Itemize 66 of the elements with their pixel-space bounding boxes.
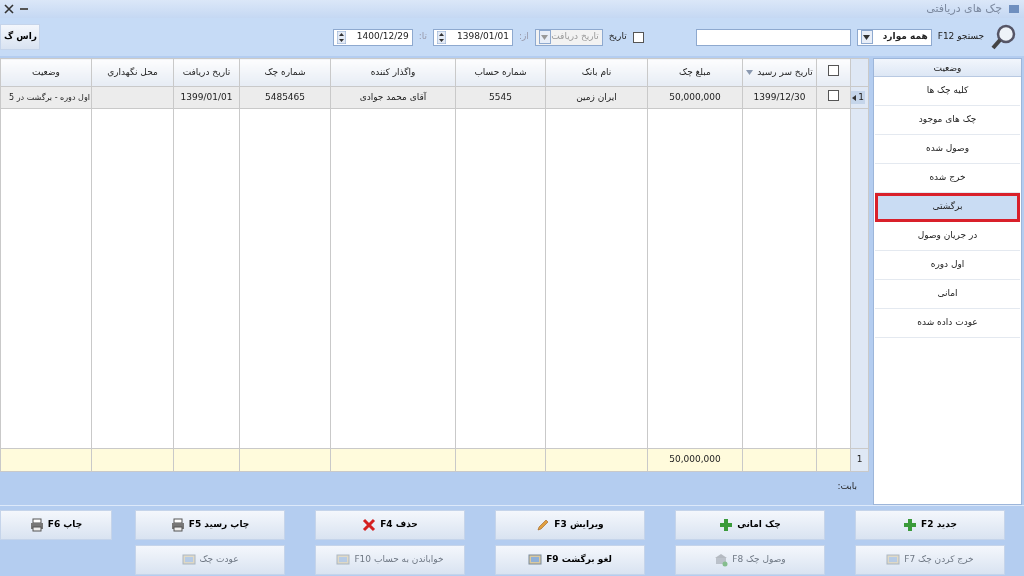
row-indicator[interactable]: 1 — [851, 90, 865, 105]
document-icon — [886, 553, 901, 567]
scope-dropdown[interactable]: همه موارد — [856, 28, 932, 46]
plus-icon — [903, 518, 918, 532]
sidebar-item[interactable]: برگشتی — [875, 193, 1020, 222]
cross-icon — [362, 518, 377, 532]
pencil-icon — [536, 518, 551, 532]
plus-icon — [719, 518, 734, 532]
window-title: چک های دریافتی — [926, 0, 1002, 17]
action-button[interactable]: جدید F2 — [855, 510, 1005, 540]
sidebar-header: وضعیت — [874, 59, 1021, 77]
total-amount: 50,000,000 — [669, 454, 721, 465]
sidebar-item[interactable]: وصول شده — [875, 135, 1020, 164]
caret-icon — [863, 34, 871, 40]
document-icon — [336, 553, 351, 567]
minimize-icon — [20, 8, 28, 10]
column-header[interactable]: وضعیت — [32, 66, 60, 77]
close-icon — [4, 4, 14, 14]
app-icon — [1008, 3, 1020, 15]
column-header[interactable]: شماره چک — [264, 66, 306, 77]
table-cell: 5545 — [489, 91, 512, 102]
search-field[interactable] — [695, 28, 851, 46]
printer-icon — [170, 518, 185, 532]
from-date-field[interactable]: 1398/01/01 — [432, 28, 513, 46]
printer-icon — [29, 518, 44, 532]
action-button[interactable]: چاپ F6 — [0, 510, 112, 540]
spinner-icon — [336, 30, 346, 44]
sidebar-item[interactable]: کلیه چک ها — [875, 77, 1020, 106]
from-label: از: — [518, 30, 529, 44]
action-button[interactable]: حذف F4 — [315, 510, 465, 540]
action-button[interactable]: چک امانی — [675, 510, 825, 540]
to-date-field[interactable]: 1400/12/29 — [332, 28, 413, 46]
action-button[interactable]: ویرایش F3 — [495, 510, 645, 540]
caret-icon — [541, 34, 549, 40]
sidebar-item[interactable]: در جریان وصول — [875, 222, 1020, 251]
column-header[interactable]: مبلغ چک — [679, 66, 711, 77]
action-button[interactable]: چاپ رسید F5 — [135, 510, 285, 540]
table-cell: 50,000,000 — [669, 91, 721, 102]
table-cell: 5485465 — [264, 91, 306, 102]
column-header[interactable]: نام بانک — [581, 66, 612, 77]
search-label: جستجو F12 — [937, 30, 984, 44]
sidebar-item[interactable]: چک های موجود — [875, 106, 1020, 135]
table-cell: ايران زمين — [576, 91, 617, 102]
column-header[interactable]: واگذار کننده — [370, 66, 416, 77]
document-icon — [181, 553, 196, 567]
sidebar-item[interactable]: عودت داده شده — [875, 309, 1020, 338]
arrow-icon — [852, 94, 857, 101]
table-cell: 1399/12/30 — [753, 91, 806, 102]
bank-icon — [714, 553, 729, 567]
sidebar-item[interactable]: امانی — [875, 280, 1020, 309]
checkbox[interactable] — [632, 31, 644, 43]
search-icon — [990, 23, 1018, 51]
table-cell: آقای محمد جوادی — [359, 91, 427, 102]
document-icon — [528, 553, 543, 567]
row-checkbox[interactable] — [828, 89, 839, 101]
to-label: تا: — [418, 30, 427, 44]
table-cell: اول دوره - برگشت در 5 — [9, 92, 90, 102]
select-all-checkbox[interactable] — [828, 64, 839, 76]
sidebar-item[interactable]: اول دوره — [875, 251, 1020, 280]
row-count: 1 — [856, 454, 863, 465]
table-cell: 1399/01/01 — [180, 91, 233, 102]
spinner-icon — [436, 30, 446, 44]
toolbar-button[interactable]: راس گ — [0, 24, 40, 50]
memo-label: بابت: — [837, 480, 857, 494]
date-filter-label: تاریخ — [608, 30, 627, 44]
action-button[interactable]: لغو برگشت F9 — [495, 545, 645, 575]
